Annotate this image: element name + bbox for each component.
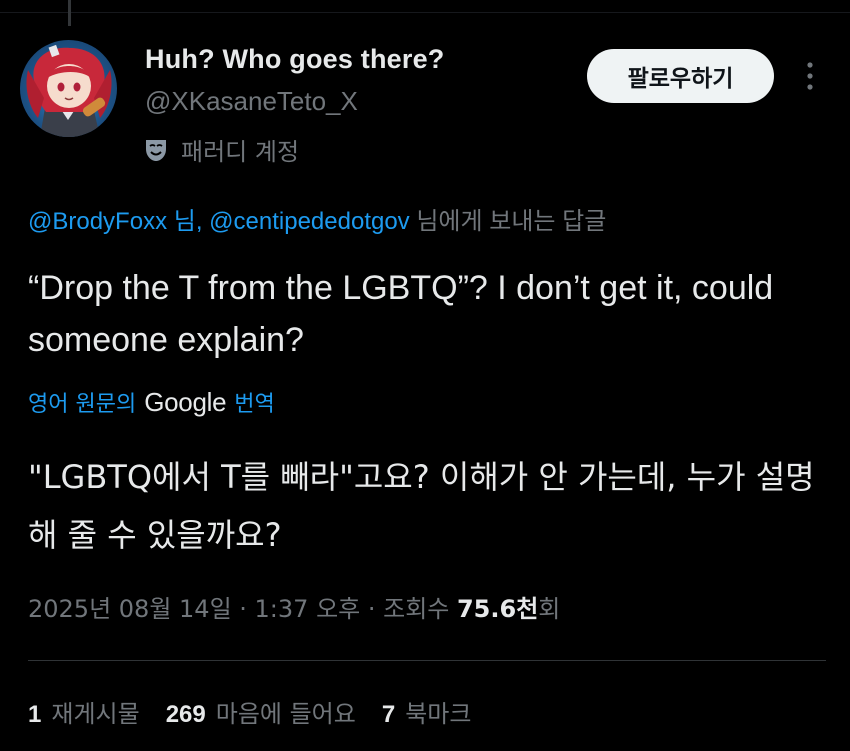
tweet-timestamp[interactable]: 2025년 08월 14일 · 1:37 오후 · 조회수: [28, 595, 457, 623]
reply-suffix: 님,: [167, 208, 210, 235]
google-logo: Google: [144, 386, 227, 417]
translated-text: "LGBTQ에서 T를 빼라"고요? 이해가 안 가는데, 누가 설명해 줄 수…: [28, 458, 815, 554]
bookmarks-stat[interactable]: 7 북마크: [382, 694, 472, 729]
bookmarks-label: 북마크: [405, 700, 472, 728]
theater-mask-icon: [146, 139, 166, 161]
more-options-icon[interactable]: [798, 58, 822, 94]
mention-link[interactable]: @centipededotgov: [209, 208, 410, 235]
engagement-stats: 1 재게시물 269 마음에 들어요 7 북마크: [28, 694, 471, 729]
parody-account-badge: 패러디 계정: [143, 132, 299, 167]
author-display-name[interactable]: Huh? Who goes there?: [145, 44, 444, 75]
translate-attribution[interactable]: 영어 원문의 Google 번역: [28, 386, 275, 418]
author-handle[interactable]: @XKasaneTeto_X: [145, 86, 358, 117]
tweet-text: “Drop the T from the LGBTQ”? I don’t get…: [28, 269, 774, 359]
views-count: 75.6천: [456, 595, 539, 623]
reposts-label: 재게시물: [51, 700, 140, 728]
avatar[interactable]: [20, 40, 117, 137]
translate-action[interactable]: 번역: [234, 386, 274, 418]
likes-count: 269: [165, 701, 206, 728]
reposts-stat[interactable]: 1 재게시물: [28, 694, 140, 729]
tweet-meta: 2025년 08월 14일 · 1:37 오후 · 조회수 75.6천회: [28, 589, 560, 624]
anime-character-avatar-icon: [26, 44, 112, 137]
bookmarks-count: 7: [381, 701, 396, 728]
views-suffix: 회: [538, 595, 561, 623]
likes-label: 마음에 들어요: [215, 700, 356, 728]
likes-stat[interactable]: 269 마음에 들어요: [166, 694, 356, 729]
parody-label: 패러디 계정: [181, 138, 300, 166]
mention-link[interactable]: @BrodyFoxx: [28, 208, 167, 235]
reply-suffix: 님에게 보내는 답글: [409, 208, 607, 235]
translate-prefix: 영어 원문의: [28, 392, 137, 417]
thread-connector-line: [68, 0, 71, 26]
top-divider: [0, 12, 850, 13]
follow-button[interactable]: 팔로우하기: [587, 49, 774, 103]
divider: [28, 660, 826, 661]
reply-context: @BrodyFoxx 님, @centipededotgov 님에게 보내는 답…: [28, 201, 606, 236]
reposts-count: 1: [28, 701, 42, 728]
